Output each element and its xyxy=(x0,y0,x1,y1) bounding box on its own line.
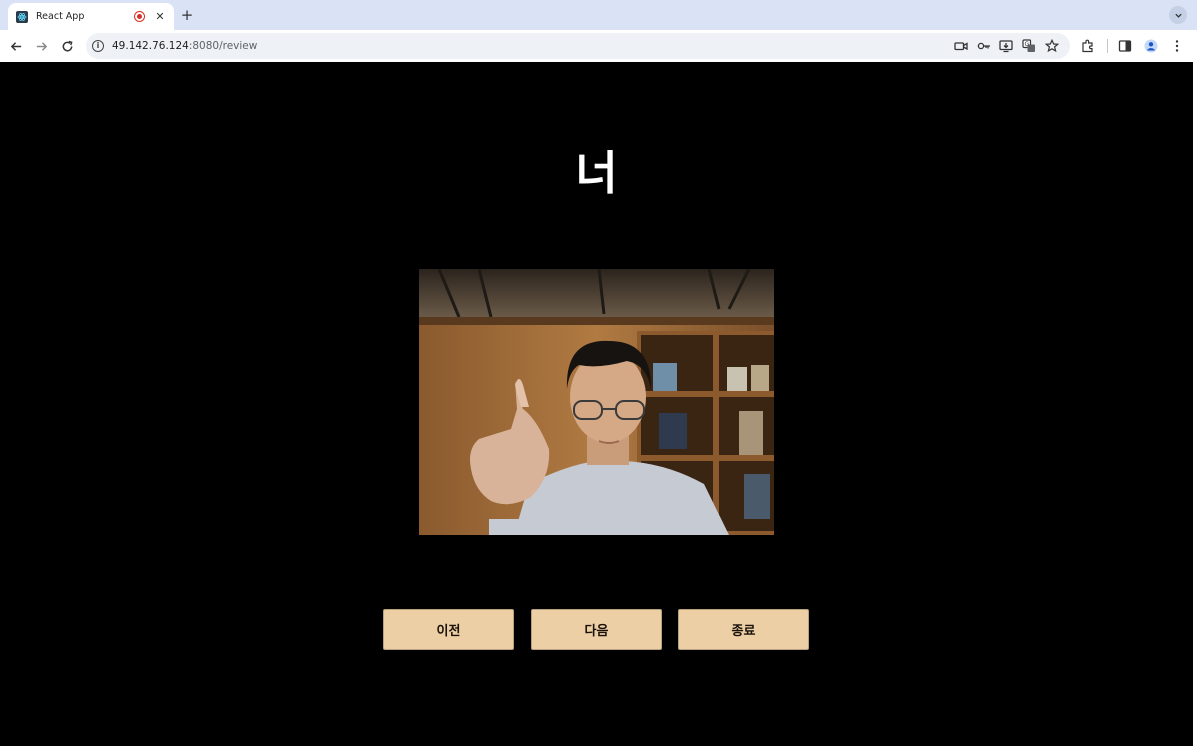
webcam-video xyxy=(419,269,774,535)
reload-icon xyxy=(62,40,73,51)
tab-react-app[interactable]: React App ✕ xyxy=(8,3,174,30)
tab-strip: React App ✕ + xyxy=(0,0,1197,30)
tab-search-button[interactable] xyxy=(1169,6,1187,24)
recording-icon xyxy=(134,11,145,22)
prev-button[interactable]: 이전 xyxy=(383,609,514,650)
key-icon[interactable] xyxy=(976,38,992,54)
close-tab-icon[interactable]: ✕ xyxy=(154,10,166,23)
url-host: 49.142.76.124 xyxy=(112,40,189,52)
side-panel-icon[interactable] xyxy=(1117,38,1133,54)
chevron-down-icon xyxy=(1174,13,1182,18)
url-path: :8080/review xyxy=(188,40,258,52)
forward-button[interactable] xyxy=(32,37,50,55)
reload-button[interactable] xyxy=(58,37,76,55)
install-icon[interactable] xyxy=(998,38,1014,54)
address-bar[interactable]: i 49.142.76.124:8080/review xyxy=(86,33,1070,59)
tab-title: React App xyxy=(36,11,85,22)
site-info-icon[interactable]: i xyxy=(92,40,104,52)
back-button[interactable] xyxy=(7,37,25,55)
arrow-left-icon xyxy=(10,41,21,51)
end-button[interactable]: 종료 xyxy=(678,609,809,650)
arrow-right-icon xyxy=(36,41,47,51)
sign-word-title: 너 xyxy=(575,146,618,200)
react-favicon-icon xyxy=(16,10,28,23)
next-button[interactable]: 다음 xyxy=(531,609,662,650)
extensions-icon[interactable] xyxy=(1080,38,1096,54)
svg-text:G: G xyxy=(1025,41,1030,48)
camera-icon[interactable] xyxy=(953,38,969,54)
new-tab-button[interactable]: + xyxy=(178,6,196,24)
toolbar-divider xyxy=(1107,39,1108,53)
browser-toolbar: i 49.142.76.124:8080/review G xyxy=(0,30,1197,62)
profile-icon[interactable] xyxy=(1143,38,1159,54)
star-icon[interactable] xyxy=(1044,38,1060,54)
translate-icon[interactable]: G xyxy=(1021,38,1037,54)
page-content: 너 이전 다음 종료 xyxy=(0,62,1193,746)
menu-icon[interactable] xyxy=(1169,38,1185,54)
